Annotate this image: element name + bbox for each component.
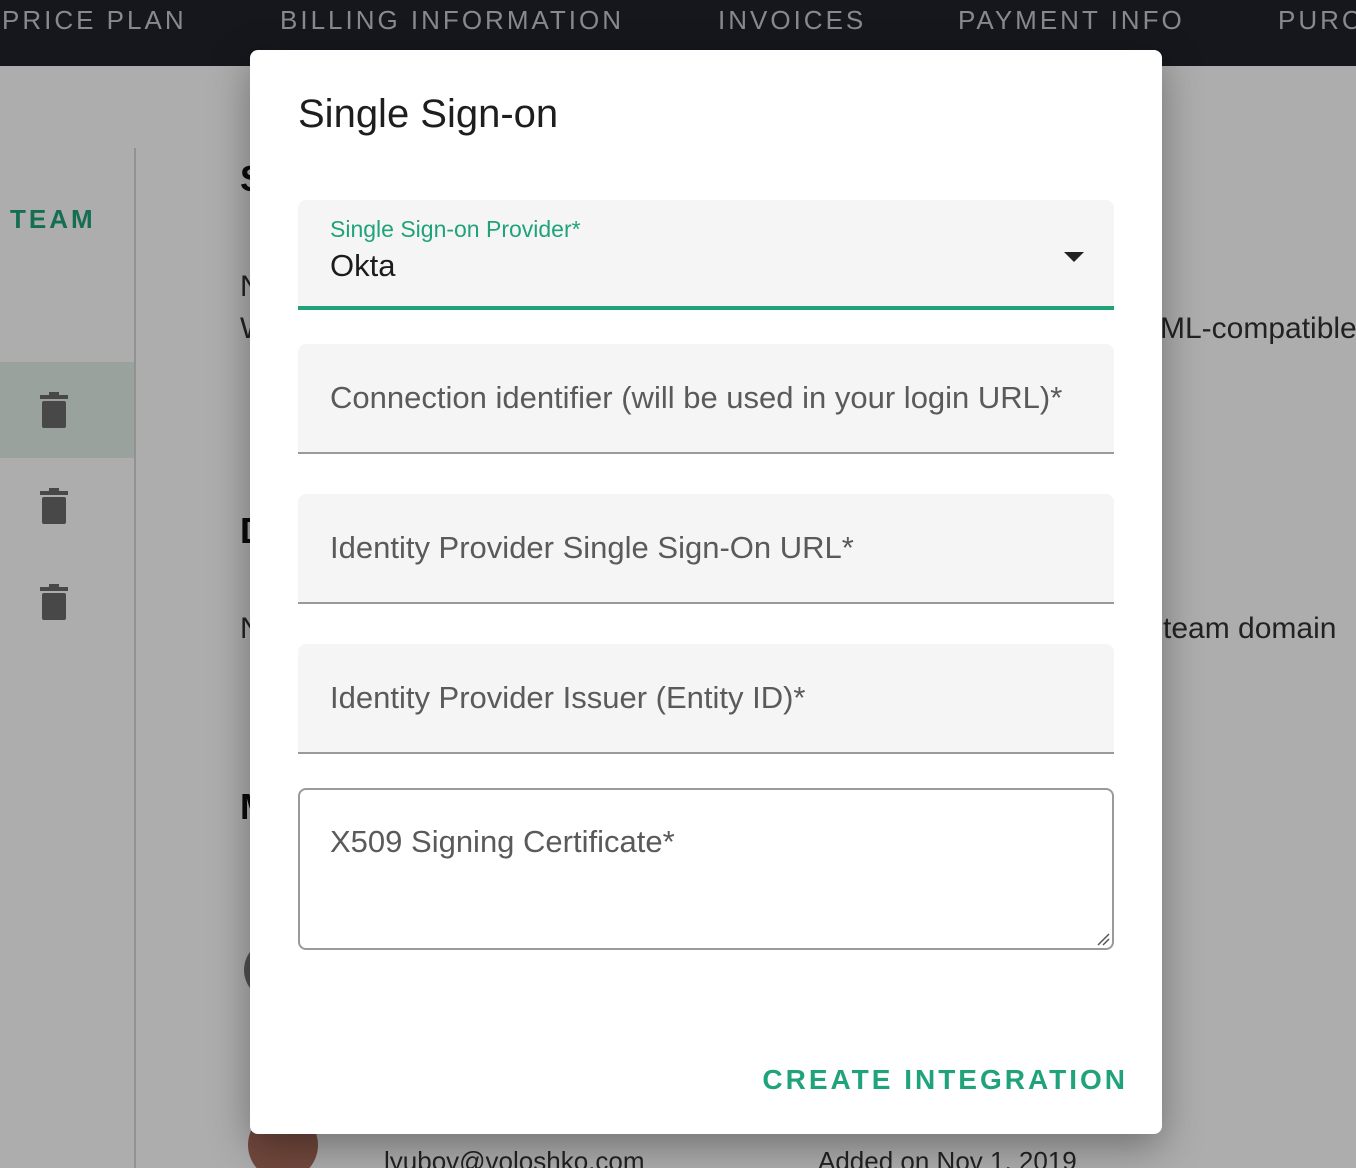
dialog-title: Single Sign-on xyxy=(298,92,559,136)
sso-url-input[interactable]: Identity Provider Single Sign-On URL* xyxy=(298,494,1114,604)
sso-dialog: Single Sign-on Single Sign-on Provider* … xyxy=(250,50,1162,1134)
page: PRICE PLAN BILLING INFORMATION INVOICES … xyxy=(0,0,1356,1168)
sso-url-placeholder: Identity Provider Single Sign-On URL* xyxy=(330,530,854,565)
connection-identifier-input[interactable]: Connection identifier (will be used in y… xyxy=(298,344,1114,454)
sso-provider-value: Okta xyxy=(330,248,396,283)
sso-provider-label: Single Sign-on Provider* xyxy=(330,216,581,242)
resize-handle-icon[interactable] xyxy=(1094,930,1110,946)
sso-provider-select[interactable]: Single Sign-on Provider* Okta xyxy=(298,200,1114,310)
create-integration-button[interactable]: CREATE INTEGRATION xyxy=(762,1064,1128,1096)
issuer-input[interactable]: Identity Provider Issuer (Entity ID)* xyxy=(298,644,1114,754)
certificate-placeholder: X509 Signing Certificate* xyxy=(330,824,675,859)
connection-identifier-placeholder: Connection identifier (will be used in y… xyxy=(330,380,1063,415)
issuer-placeholder: Identity Provider Issuer (Entity ID)* xyxy=(330,680,806,715)
chevron-down-icon[interactable] xyxy=(1064,252,1084,262)
certificate-textarea[interactable]: X509 Signing Certificate* xyxy=(298,788,1114,950)
